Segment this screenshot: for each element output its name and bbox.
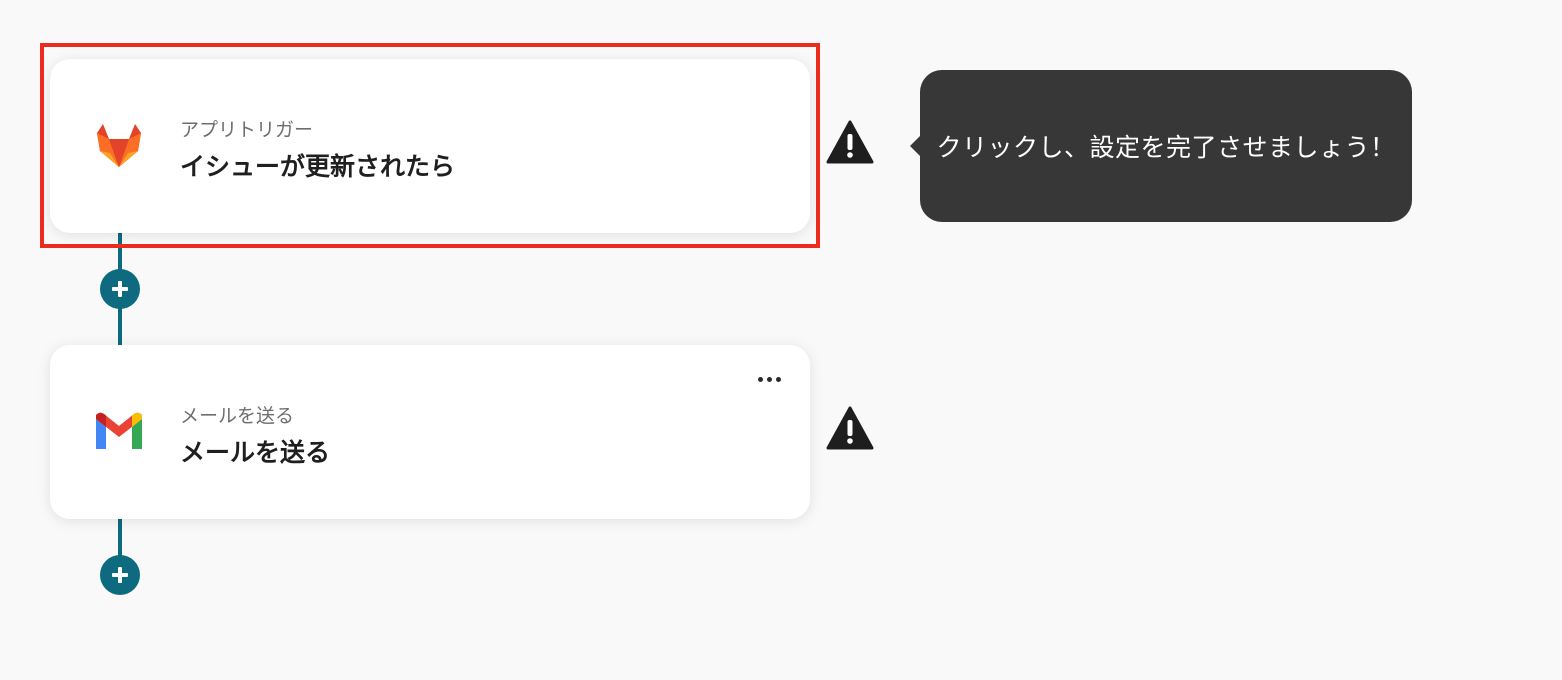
step-title: メールを送る	[180, 438, 331, 467]
step-title: イシューが更新されたら	[180, 152, 456, 181]
step-subtitle: メールを送る	[180, 405, 295, 427]
plus-icon	[112, 281, 128, 297]
tooltip-text: クリックし、設定を完了させましょう！	[936, 133, 1396, 162]
warning-icon[interactable]	[826, 120, 874, 164]
setup-tooltip: クリックし、設定を完了させましょう！	[910, 70, 1412, 222]
step-card-trigger[interactable]: アプリトリガー イシューが更新されたら	[50, 59, 810, 233]
step-card-send-mail[interactable]: メールを送る メールを送る	[50, 345, 810, 519]
add-step-button[interactable]	[100, 555, 140, 595]
warning-icon[interactable]	[826, 406, 874, 450]
step-subtitle: アプリトリガー	[180, 119, 314, 141]
gitlab-icon	[94, 123, 144, 169]
gmail-icon	[94, 411, 144, 457]
flow-connector	[118, 518, 122, 558]
add-step-button[interactable]	[100, 269, 140, 309]
more-options-icon[interactable]	[754, 369, 784, 389]
plus-icon	[112, 567, 128, 583]
